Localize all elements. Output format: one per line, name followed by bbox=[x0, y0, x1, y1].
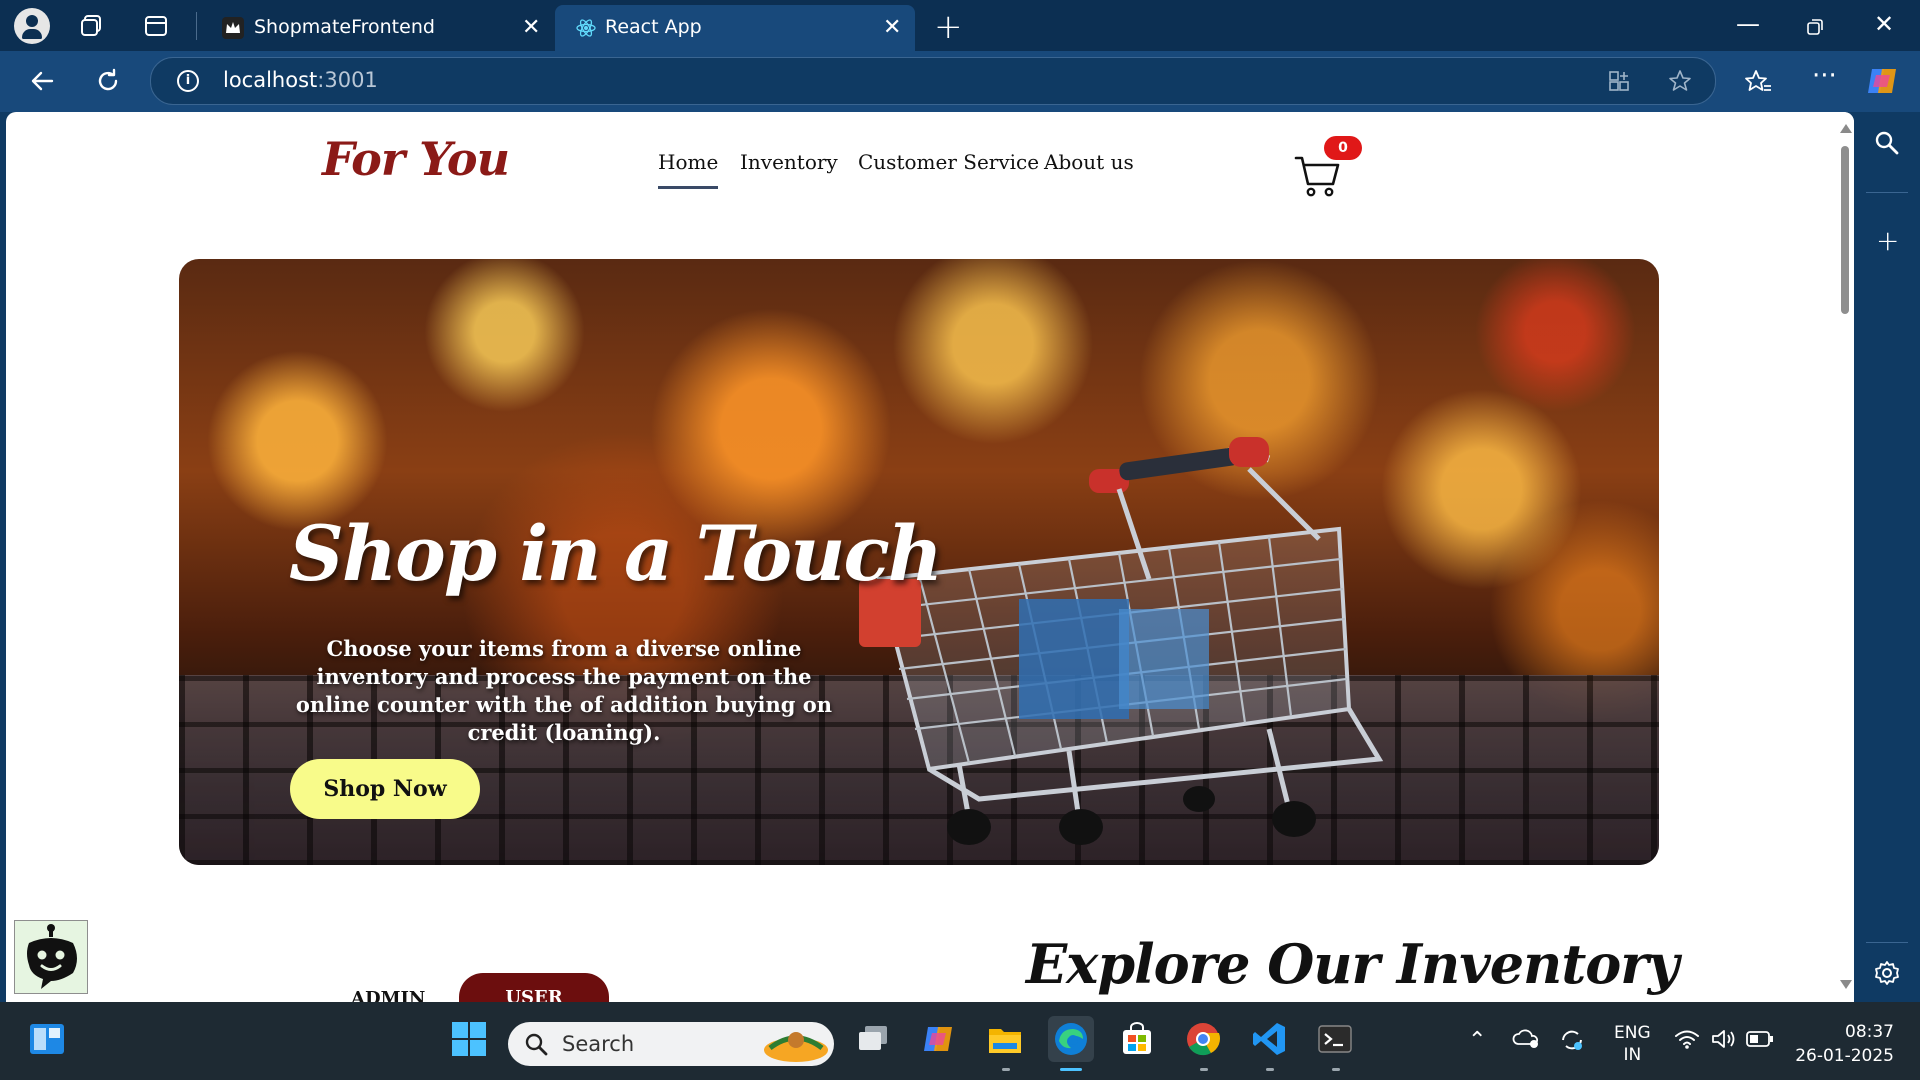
edge-browser-icon[interactable] bbox=[1048, 1016, 1094, 1062]
widgets-icon[interactable] bbox=[24, 1016, 70, 1062]
scroll-up-arrow-icon[interactable] bbox=[1840, 124, 1852, 133]
react-icon bbox=[576, 19, 596, 37]
tab-title: React App bbox=[605, 16, 702, 38]
nav-inventory[interactable]: Inventory bbox=[740, 150, 838, 174]
battery-icon[interactable] bbox=[1746, 1030, 1774, 1053]
vscode-icon[interactable] bbox=[1246, 1016, 1292, 1062]
onedrive-icon[interactable] bbox=[1512, 1026, 1542, 1055]
running-indicator bbox=[1002, 1068, 1010, 1071]
region-label: IN bbox=[1623, 1045, 1642, 1065]
tab-react-app[interactable]: React App ✕ bbox=[555, 5, 915, 51]
crown-icon bbox=[222, 17, 244, 39]
shopping-cart-image bbox=[859, 437, 1384, 845]
tab-shopmatefrontend[interactable]: ShopmateFrontend ✕ bbox=[202, 5, 552, 51]
clock-date: 26-01-2025 bbox=[1795, 1046, 1894, 1066]
wifi-icon[interactable] bbox=[1674, 1028, 1700, 1055]
page-scrollbar[interactable] bbox=[1836, 112, 1854, 1002]
user-tab[interactable]: USER bbox=[459, 973, 609, 1002]
edge-sidebar: + bbox=[1854, 112, 1920, 1002]
tab-separator bbox=[196, 12, 197, 40]
minimize-icon[interactable]: — bbox=[1736, 10, 1760, 38]
chatbot-icon bbox=[27, 924, 77, 989]
active-indicator bbox=[1060, 1068, 1082, 1071]
sync-icon[interactable] bbox=[1558, 1026, 1586, 1059]
volume-icon[interactable] bbox=[1710, 1028, 1736, 1055]
chatbot-button[interactable] bbox=[14, 920, 88, 994]
microsoft-store-icon[interactable] bbox=[1114, 1016, 1160, 1062]
start-windows-icon[interactable] bbox=[446, 1016, 492, 1062]
vertical-tabs-icon[interactable] bbox=[142, 12, 170, 40]
nav-about-us[interactable]: About us bbox=[1044, 150, 1134, 174]
add-sidebar-icon[interactable]: + bbox=[1876, 224, 1899, 257]
search-sidebar-icon[interactable] bbox=[1874, 130, 1900, 160]
favorite-star-icon[interactable] bbox=[1667, 68, 1693, 98]
show-hidden-icons-chevron-icon[interactable]: ⌃ bbox=[1468, 1028, 1486, 1053]
nav-home[interactable]: Home bbox=[658, 150, 719, 189]
more-options-icon[interactable]: ··· bbox=[1812, 61, 1837, 91]
settings-gear-icon[interactable] bbox=[1874, 960, 1900, 990]
clock-time: 08:37 bbox=[1845, 1022, 1894, 1042]
url-text: localhost:3001 bbox=[223, 68, 378, 92]
tab-title: ShopmateFrontend bbox=[254, 16, 435, 38]
cart-count-badge: 0 bbox=[1324, 136, 1362, 160]
search-placeholder: Search bbox=[562, 1032, 635, 1056]
scroll-down-arrow-icon[interactable] bbox=[1840, 980, 1852, 989]
running-indicator bbox=[1266, 1068, 1274, 1071]
copilot-app-icon[interactable] bbox=[916, 1016, 962, 1062]
republic-day-doodle-icon bbox=[764, 1032, 828, 1062]
terminal-icon[interactable] bbox=[1312, 1016, 1358, 1062]
running-indicator bbox=[1332, 1068, 1340, 1071]
clock[interactable]: 08:37 26-01-2025 bbox=[1794, 1020, 1894, 1068]
browser-tab-strip: ShopmateFrontend ✕ React App ✕ + — ✕ bbox=[0, 0, 1920, 51]
chrome-icon[interactable] bbox=[1180, 1016, 1226, 1062]
hero-banner: Shop in a Touch Choose your items from a… bbox=[179, 259, 1659, 865]
restore-icon[interactable] bbox=[1806, 14, 1824, 42]
copilot-icon[interactable] bbox=[1866, 65, 1900, 101]
back-icon[interactable] bbox=[28, 67, 56, 99]
page-viewport: For You Home Inventory Customer Service … bbox=[6, 112, 1854, 1002]
close-window-icon[interactable]: ✕ bbox=[1874, 10, 1894, 38]
nav-customer-service[interactable]: Customer Service bbox=[858, 150, 1039, 174]
browser-toolbar: i localhost:3001 ··· bbox=[0, 51, 1920, 112]
site-info-icon[interactable]: i bbox=[177, 70, 199, 92]
shop-now-button[interactable]: Shop Now bbox=[290, 759, 480, 819]
admin-tab[interactable]: ADMIN bbox=[351, 988, 425, 1002]
address-bar[interactable]: i localhost:3001 bbox=[150, 57, 1716, 105]
hero-description: Choose your items from a diverse online … bbox=[295, 636, 833, 745]
favorites-icon[interactable] bbox=[1744, 67, 1772, 99]
refresh-icon[interactable] bbox=[94, 67, 122, 99]
windows-taskbar: Search ⌃ ENG IN 08:37 26-01-2025 bbox=[0, 1002, 1920, 1080]
hero-title: Shop in a Touch bbox=[289, 509, 943, 598]
site-logo[interactable]: For You bbox=[322, 132, 510, 186]
language-label: ENG bbox=[1614, 1023, 1651, 1043]
taskbar-search-input[interactable]: Search bbox=[508, 1022, 834, 1066]
file-explorer-icon[interactable] bbox=[982, 1016, 1028, 1062]
workspaces-icon[interactable] bbox=[78, 12, 106, 40]
sidebar-divider bbox=[1866, 192, 1908, 193]
scrollbar-thumb[interactable] bbox=[1841, 146, 1849, 314]
language-indicator[interactable]: ENG IN bbox=[1614, 1022, 1651, 1066]
running-indicator bbox=[1200, 1068, 1208, 1071]
sidebar-divider bbox=[1866, 942, 1908, 943]
explore-inventory-heading: Explore Our Inventory bbox=[1026, 932, 1679, 996]
close-tab-icon[interactable]: ✕ bbox=[522, 15, 540, 40]
task-view-icon[interactable] bbox=[850, 1016, 896, 1062]
profile-icon[interactable] bbox=[14, 8, 50, 44]
close-tab-icon[interactable]: ✕ bbox=[883, 15, 901, 40]
search-icon bbox=[525, 1033, 548, 1056]
new-tab-button[interactable]: + bbox=[934, 7, 963, 47]
app-available-icon[interactable] bbox=[1607, 69, 1631, 97]
